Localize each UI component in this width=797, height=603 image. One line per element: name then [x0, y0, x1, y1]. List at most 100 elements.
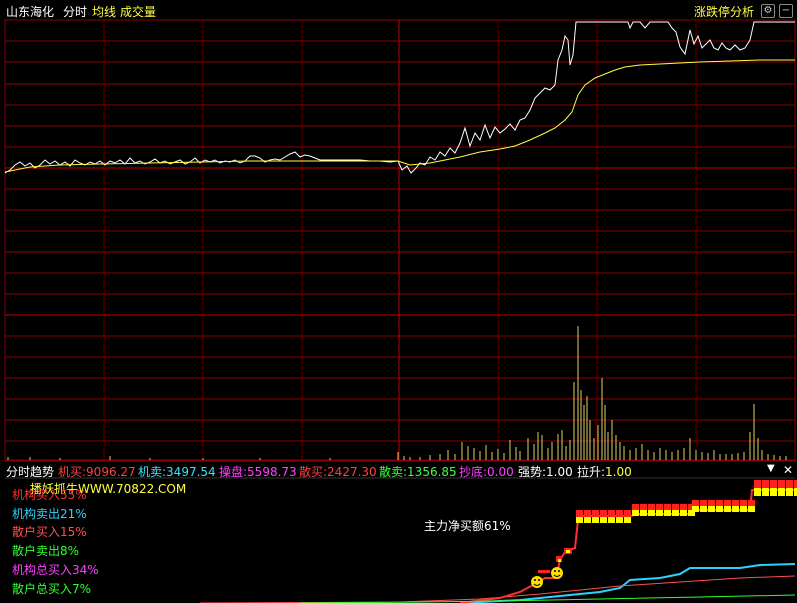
legend-item: 散户总买入7%: [12, 581, 92, 596]
strength-block: [640, 510, 647, 516]
indicator-label: 机卖:: [138, 465, 167, 479]
indicator-item: 散买:2427.30: [299, 463, 377, 480]
strength-block: [748, 500, 755, 506]
chart-header: 山东海化 分时 均线 成交量 涨跌停分析 ⚙ −: [0, 0, 797, 20]
strength-block: [732, 506, 739, 512]
minus-icon[interactable]: −: [779, 4, 793, 18]
limit-analysis-link[interactable]: 涨跌停分析: [694, 3, 754, 20]
strength-block: [608, 517, 615, 523]
strength-block: [538, 570, 550, 573]
indicator-value: 0.00: [487, 465, 514, 479]
strength-block: [648, 510, 655, 516]
indicator-item: 机买:9096.27: [58, 463, 136, 480]
indicator-label: 抄底:: [459, 465, 488, 479]
strength-block: [616, 517, 623, 523]
strength-block: [648, 504, 655, 510]
strength-block: [692, 500, 699, 506]
indicator-name[interactable]: 分时趋势: [6, 463, 54, 480]
indicator-item: 机卖:3497.54: [138, 463, 216, 480]
tab-average[interactable]: 均线: [92, 3, 116, 20]
strength-block: [656, 510, 663, 516]
indicator-label: 机买:: [58, 465, 87, 479]
indicator-label: 操盘:: [219, 465, 248, 479]
close-icon[interactable]: ✕: [783, 463, 793, 477]
legend-item: 散户买入15%: [12, 525, 87, 540]
indicator-item: 拉升:1.00: [577, 463, 632, 480]
strength-block: [680, 510, 687, 516]
strength-block: [672, 504, 679, 510]
strength-block: [740, 500, 747, 506]
strength-block: [786, 480, 793, 488]
strength-block: [640, 504, 647, 510]
strength-block: [700, 506, 707, 512]
strength-block: [592, 517, 599, 523]
intraday-chart[interactable]: [0, 0, 797, 603]
net-buy-annotation: 主力净买额61%: [424, 519, 511, 533]
strength-block: [708, 506, 715, 512]
indicator-item: 抄底:0.00: [459, 463, 514, 480]
volume-bars: [7, 326, 787, 460]
indicator-item: 操盘:5598.73: [219, 463, 297, 480]
indicator-value: 2427.30: [327, 465, 377, 479]
strength-block: [616, 510, 623, 517]
triangle-down-icon[interactable]: ▼: [767, 463, 775, 474]
grid-lines: [5, 40, 795, 442]
strength-block: [600, 517, 607, 523]
strength-block: [724, 500, 731, 506]
strength-block: [680, 504, 687, 510]
indicator-label: 拉升:: [577, 465, 606, 479]
indicator-value: 1.00: [605, 465, 632, 479]
strength-block: [748, 506, 755, 512]
strength-block: [576, 510, 583, 517]
strength-block: [762, 488, 769, 496]
strength-block: [778, 488, 785, 496]
strength-block: [584, 517, 591, 523]
strength-block: [672, 510, 679, 516]
indicator-value: 5598.73: [247, 465, 297, 479]
strength-block: [584, 510, 591, 517]
strength-block: [692, 506, 699, 512]
indicator-label: 散卖:: [379, 465, 408, 479]
stock-name: 山东海化: [6, 5, 55, 19]
strength-block: [708, 500, 715, 506]
strength-block: [566, 550, 570, 553]
strength-block: [592, 510, 599, 517]
strength-block: [664, 504, 671, 510]
legend-item: 机构买入55%: [12, 488, 87, 502]
price-line: [4, 21, 795, 174]
strength-block: [700, 500, 707, 506]
strength-block: [656, 504, 663, 510]
indicator-value: 1.00: [546, 465, 573, 479]
strength-block: [664, 510, 671, 516]
legend-item: 散户卖出8%: [12, 544, 80, 559]
strength-block: [716, 500, 723, 506]
strength-block: [778, 480, 785, 488]
indicator-value: 1356.85: [407, 465, 457, 479]
strength-block: [770, 488, 777, 496]
inst-sell-line: [459, 563, 796, 603]
indicator-label: 强势:: [518, 465, 547, 479]
average-line: [4, 59, 795, 173]
strength-block: [632, 510, 639, 516]
strength-block: [632, 504, 639, 510]
tab-volume[interactable]: 成交量: [120, 3, 156, 20]
strength-block: [762, 480, 769, 488]
strength-block: [558, 559, 561, 562]
indicator-label: 散买:: [299, 465, 328, 479]
legend-item: 机构总买入34%: [12, 562, 99, 577]
gear-icon[interactable]: ⚙: [761, 4, 775, 18]
tab-intraday[interactable]: 分时: [63, 3, 87, 20]
indicator-value: 3497.54: [166, 465, 216, 479]
strength-block: [786, 488, 793, 496]
legend-item: 机构卖出21%: [12, 506, 87, 521]
strength-block: [754, 488, 761, 496]
strength-block: [608, 510, 615, 517]
indicator-value: 9096.27: [86, 465, 136, 479]
strength-block: [740, 506, 747, 512]
strength-block: [732, 500, 739, 506]
indicator-item: 强势:1.00: [518, 463, 573, 480]
strength-block: [600, 510, 607, 517]
indicator-bar: 分时趋势 ▼ ✕ 机买:9096.27 机卖:3497.54 操盘:5598.73 散…: [0, 462, 797, 480]
strength-block: [724, 506, 731, 512]
strength-block: [716, 506, 723, 512]
